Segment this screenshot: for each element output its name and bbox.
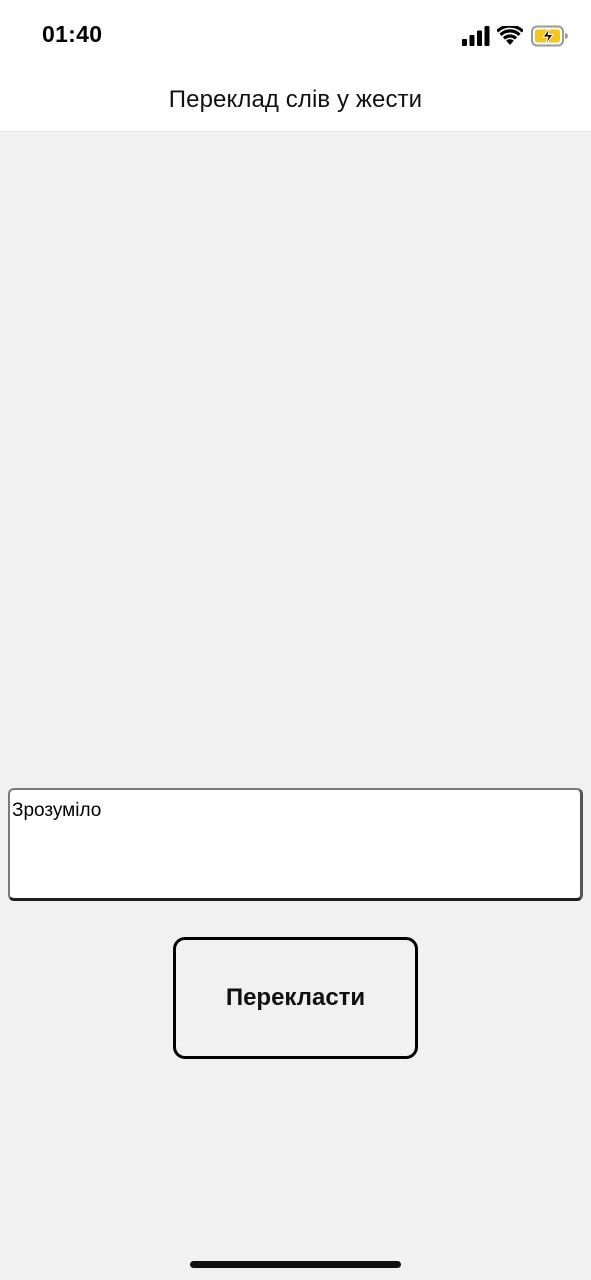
- word-input[interactable]: Зрозуміло: [8, 788, 583, 901]
- status-icons: [462, 24, 569, 48]
- nav-bar: Переклад слів у жести: [0, 68, 591, 132]
- translate-button[interactable]: Перекласти: [173, 937, 418, 1059]
- signal-icon: [462, 26, 490, 46]
- wifi-icon: [497, 26, 523, 45]
- status-bar: 01:40: [0, 0, 591, 68]
- page-title: Переклад слів у жести: [168, 85, 423, 113]
- battery-charging-icon: [531, 25, 568, 47]
- app-screen: 01:40 Переклад слів у жести Зрозуміло Пе…: [0, 0, 591, 1280]
- word-input-value: Зрозуміло: [12, 800, 102, 821]
- home-indicator[interactable]: [190, 1261, 401, 1268]
- translate-button-label: Перекласти: [225, 984, 366, 1011]
- status-time: 01:40: [42, 21, 103, 47]
